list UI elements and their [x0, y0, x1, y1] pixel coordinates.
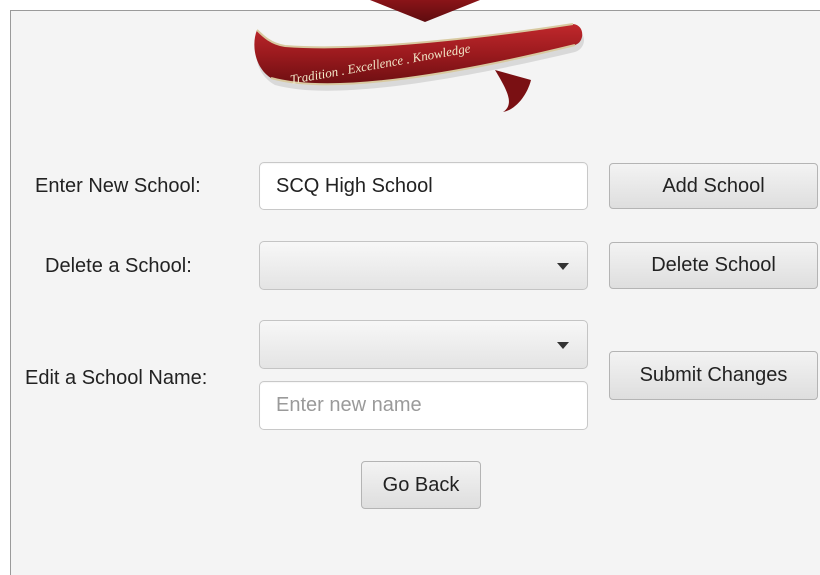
delete-school-label: Delete a School: — [45, 255, 192, 277]
new-name-input[interactable]: Enter new name — [259, 381, 588, 430]
chevron-down-icon — [557, 262, 569, 270]
submit-changes-button[interactable]: Submit Changes — [609, 351, 818, 400]
new-school-label: Enter New School: — [35, 175, 201, 197]
ribbon-tail — [495, 70, 531, 112]
school-logo-banner: Tradition . Excellence . Knowledge — [254, 0, 584, 112]
chevron-down-icon — [557, 341, 569, 349]
delete-school-button[interactable]: Delete School — [609, 242, 818, 289]
add-school-button[interactable]: Add School — [609, 163, 818, 209]
shield-shape — [370, 0, 480, 22]
delete-school-dropdown[interactable] — [259, 241, 588, 290]
new-school-input[interactable]: SCQ High School — [259, 162, 588, 210]
edit-school-dropdown[interactable] — [259, 320, 588, 369]
go-back-button[interactable]: Go Back — [361, 461, 481, 509]
edit-school-label: Edit a School Name: — [25, 367, 208, 389]
